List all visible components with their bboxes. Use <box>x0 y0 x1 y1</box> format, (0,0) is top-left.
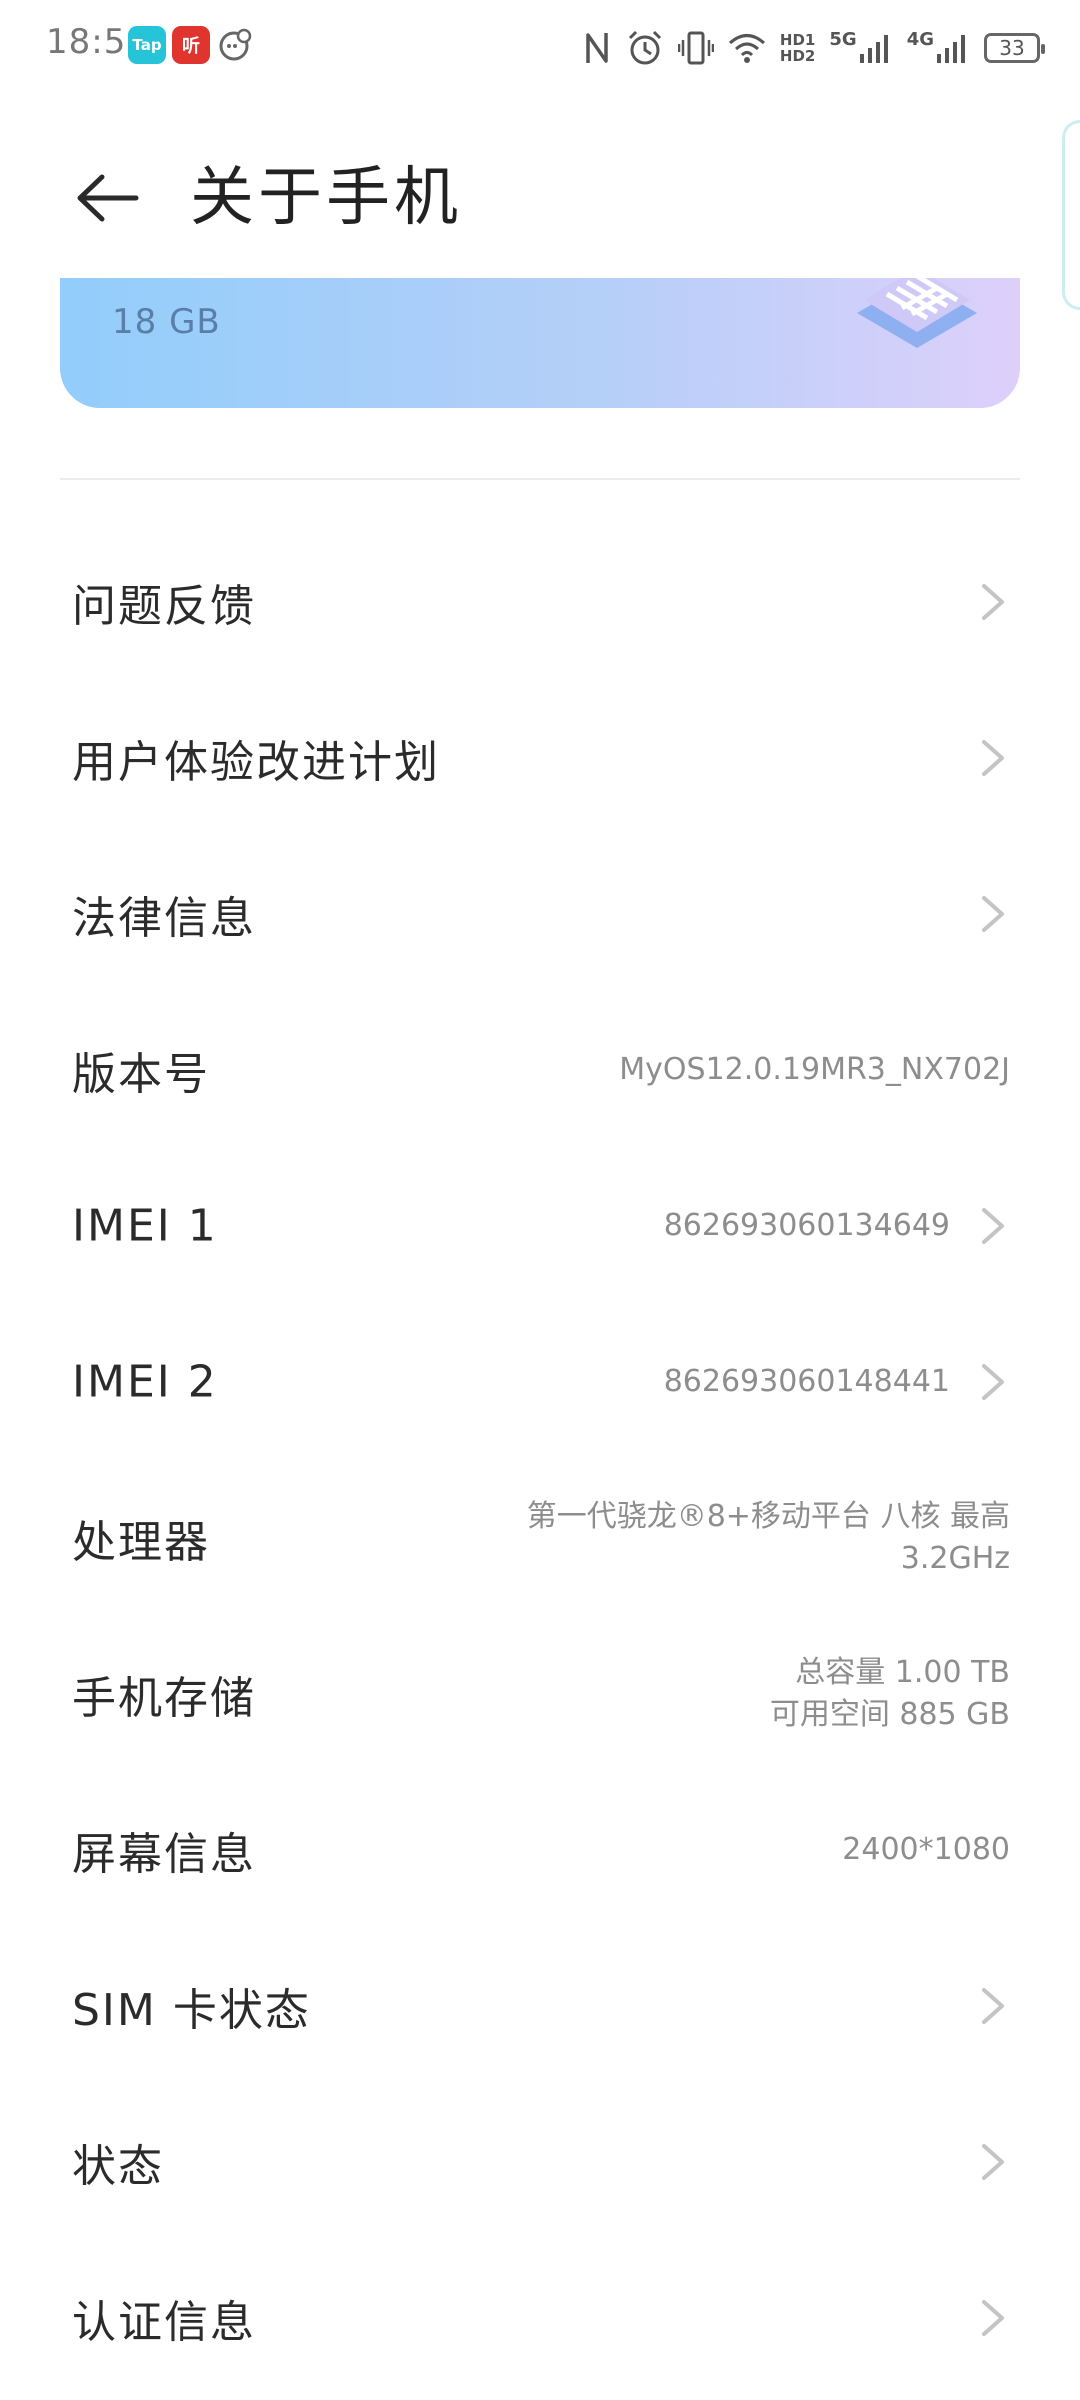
storage-value: 总容量 1.00 TB 可用空间 885 GB <box>770 1652 1010 1736</box>
item-label: 问题反馈 <box>72 581 256 632</box>
item-label: 屏幕信息 <box>72 1829 256 1880</box>
item-label: 法律信息 <box>72 893 256 944</box>
status-indicators: HD1 HD2 5G 4G 33 <box>582 24 1045 72</box>
chevron-right-icon <box>982 740 1004 776</box>
list-item-ux-plan[interactable]: 用户体验改进计划 <box>0 680 1080 836</box>
chevron-right-icon <box>982 1364 1004 1400</box>
list-item-feedback[interactable]: 问题反馈 <box>0 524 1080 680</box>
memory-card: 18 GB <box>60 278 1020 408</box>
item-label: SIM 卡状态 <box>72 1985 311 2036</box>
list-item-imei1[interactable]: IMEI 1 862693060134649 <box>0 1148 1080 1304</box>
app-header: 关于手机 <box>0 110 1080 270</box>
hd2-label: HD2 <box>779 47 816 65</box>
list-item-screen: 屏幕信息 2400*1080 <box>0 1772 1080 1928</box>
ting-app-icon: 听 <box>172 26 210 64</box>
signal-bars-icon <box>859 35 888 63</box>
chevron-right-icon <box>982 2144 1004 2180</box>
page-title: 关于手机 <box>190 161 462 235</box>
wifi-icon <box>728 31 766 65</box>
item-label: 认证信息 <box>72 2297 256 2348</box>
taptap-app-icon: Tap <box>128 26 166 64</box>
screen-value: 2400*1080 <box>842 1832 1010 1867</box>
item-label: IMEI 2 <box>72 1356 218 1408</box>
edge-decoration <box>1062 120 1080 310</box>
nfc-icon <box>582 29 612 67</box>
imei2-value: 862693060148441 <box>663 1364 950 1399</box>
status-bar: 18:51 Tap 听 HD1 HD2 5G 4G 33 <box>0 0 1080 100</box>
chip-icon <box>857 278 977 348</box>
ram-value: 18 GB <box>112 302 221 342</box>
storage-available: 可用空间 885 GB <box>769 1697 1010 1732</box>
list-item-processor: 处理器 第一代骁龙®8+移动平台 八核 最高 3.2GHz <box>0 1460 1080 1616</box>
net-5g-label: 5G <box>829 29 857 50</box>
chevron-right-icon <box>982 1208 1004 1244</box>
processor-line2: 3.2GHz <box>900 1541 1010 1576</box>
signal-bars-icon <box>937 35 965 63</box>
processor-line1: 第一代骁龙®8+移动平台 八核 最高 <box>526 1499 1010 1534</box>
section-divider <box>60 478 1020 480</box>
list-item-storage[interactable]: 手机存储 总容量 1.00 TB 可用空间 885 GB <box>0 1616 1080 1772</box>
chevron-right-icon <box>982 584 1004 620</box>
back-arrow-icon <box>77 174 139 222</box>
imei1-value: 862693060134649 <box>663 1208 950 1243</box>
item-label: IMEI 1 <box>72 1200 218 1252</box>
vibrate-icon <box>677 29 714 67</box>
chevron-right-icon <box>982 896 1004 932</box>
hd1-label: HD1 <box>779 31 816 49</box>
list-item-sim-status[interactable]: SIM 卡状态 <box>0 1928 1080 2084</box>
item-label: 手机存储 <box>72 1673 256 1724</box>
back-button[interactable] <box>70 160 146 236</box>
list-item-version[interactable]: 版本号 MyOS12.0.19MR3_NX702J <box>0 992 1080 1148</box>
battery-icon: 33 <box>984 33 1045 63</box>
alarm-icon <box>626 29 664 67</box>
signal-5g: 5G <box>829 29 892 64</box>
processor-value: 第一代骁龙®8+移动平台 八核 最高 3.2GHz <box>527 1496 1010 1580</box>
about-phone-list: 问题反馈 用户体验改进计划 法律信息 版本号 MyOS12.0.19MR3_NX… <box>0 524 1080 2396</box>
version-value: MyOS12.0.19MR3_NX702J <box>619 1052 1010 1087</box>
list-item-legal[interactable]: 法律信息 <box>0 836 1080 992</box>
hd-indicator: HD1 HD2 <box>780 32 815 64</box>
chevron-right-icon <box>982 2300 1004 2336</box>
item-label: 用户体验改进计划 <box>72 737 440 788</box>
list-item-status[interactable]: 状态 <box>0 2084 1080 2240</box>
signal-4g: 4G <box>906 29 970 64</box>
list-item-certification[interactable]: 认证信息 <box>0 2240 1080 2396</box>
list-item-imei2[interactable]: IMEI 2 862693060148441 <box>0 1304 1080 1460</box>
item-label: 状态 <box>72 2141 164 2192</box>
chevron-right-icon <box>982 1988 1004 2024</box>
net-4g-label: 4G <box>906 29 934 50</box>
storage-total: 总容量 1.00 TB <box>795 1655 1010 1690</box>
item-label: 处理器 <box>72 1517 210 1568</box>
chat-bubble-icon <box>216 26 254 64</box>
item-label: 版本号 <box>72 1049 210 1100</box>
